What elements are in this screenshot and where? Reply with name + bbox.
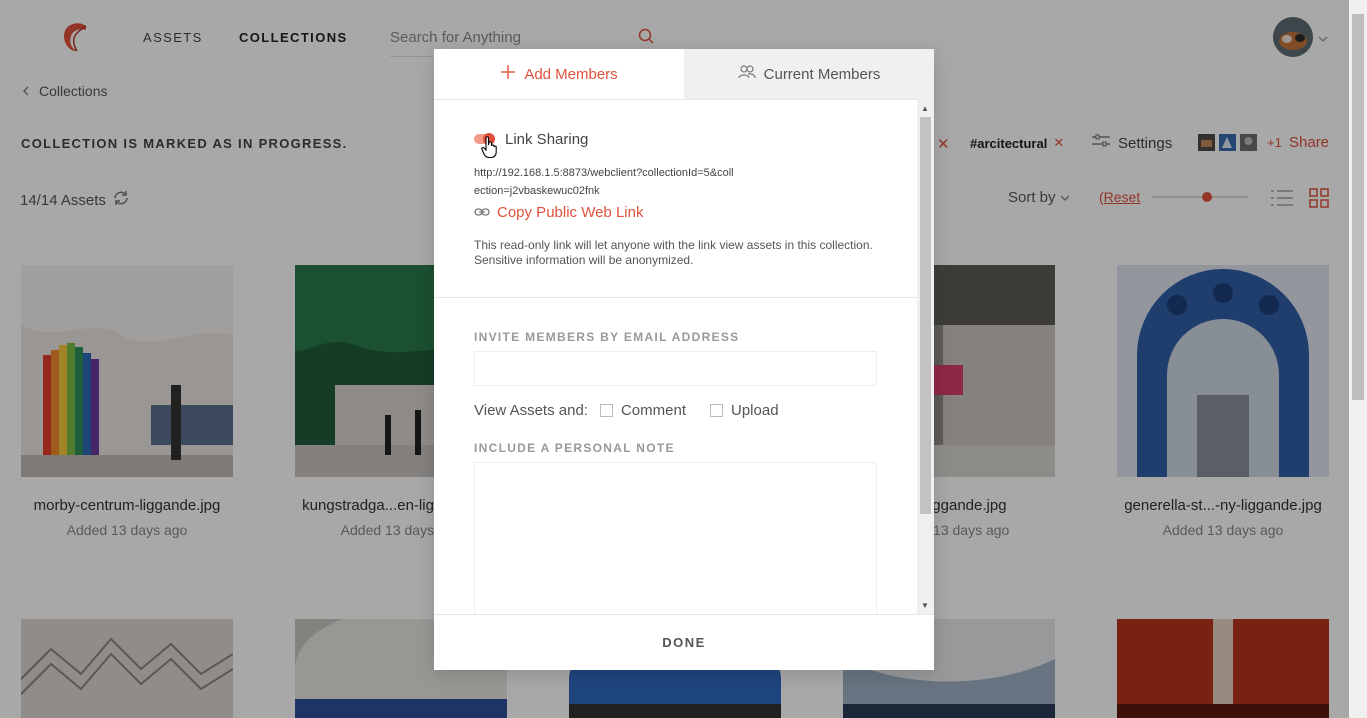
hand-cursor-icon <box>481 136 497 163</box>
page-scrollbar-thumb[interactable] <box>1352 14 1364 400</box>
dialog-scroll-area: Link Sharing http://192.168.1.5:8873/web… <box>434 99 934 614</box>
public-url: http://192.168.1.5:8873/webclient?collec… <box>474 167 734 197</box>
link-sharing-note: This read-only link will let anyone with… <box>474 238 873 267</box>
upload-label[interactable]: Upload <box>731 402 779 419</box>
comment-checkbox[interactable] <box>599 404 613 417</box>
permissions-row: View Assets and: Comment Upload <box>474 402 791 419</box>
tab-current-members-label: Current Members <box>763 65 881 83</box>
personal-note-textarea[interactable] <box>474 462 877 614</box>
comment-label[interactable]: Comment <box>621 402 686 419</box>
copy-public-link-button[interactable]: Copy Public Web Link <box>474 204 643 221</box>
scroll-down-arrow-icon[interactable]: ▼ <box>921 601 929 610</box>
dialog-footer: DONE <box>434 614 934 670</box>
link-sharing-label: Link Sharing <box>505 131 589 148</box>
tab-add-members[interactable]: Add Members <box>434 49 684 99</box>
upload-checkbox[interactable] <box>710 404 723 417</box>
invite-label: INVITE MEMBERS BY EMAIL ADDRESS <box>474 330 740 344</box>
scroll-up-arrow-icon[interactable]: ▲ <box>921 104 929 113</box>
dialog-tabs: Add Members Current Members <box>434 49 934 99</box>
invite-email-input[interactable] <box>474 351 877 386</box>
tab-add-members-label: Add Members <box>524 65 618 83</box>
plus-icon <box>500 64 516 84</box>
copy-public-link-label: Copy Public Web Link <box>497 204 644 221</box>
link-sharing-section: Link Sharing http://192.168.1.5:8873/web… <box>434 100 917 298</box>
tab-current-members[interactable]: Current Members <box>684 49 934 99</box>
personal-note-label: INCLUDE A PERSONAL NOTE <box>474 441 675 455</box>
view-assets-label: View Assets and: <box>474 402 588 419</box>
link-icon <box>474 204 490 221</box>
done-button[interactable]: DONE <box>662 635 706 650</box>
add-members-dialog: Add Members Current Members Link Sharing… <box>434 49 934 670</box>
dialog-scrollbar-thumb[interactable] <box>920 117 931 514</box>
users-icon <box>738 65 756 83</box>
